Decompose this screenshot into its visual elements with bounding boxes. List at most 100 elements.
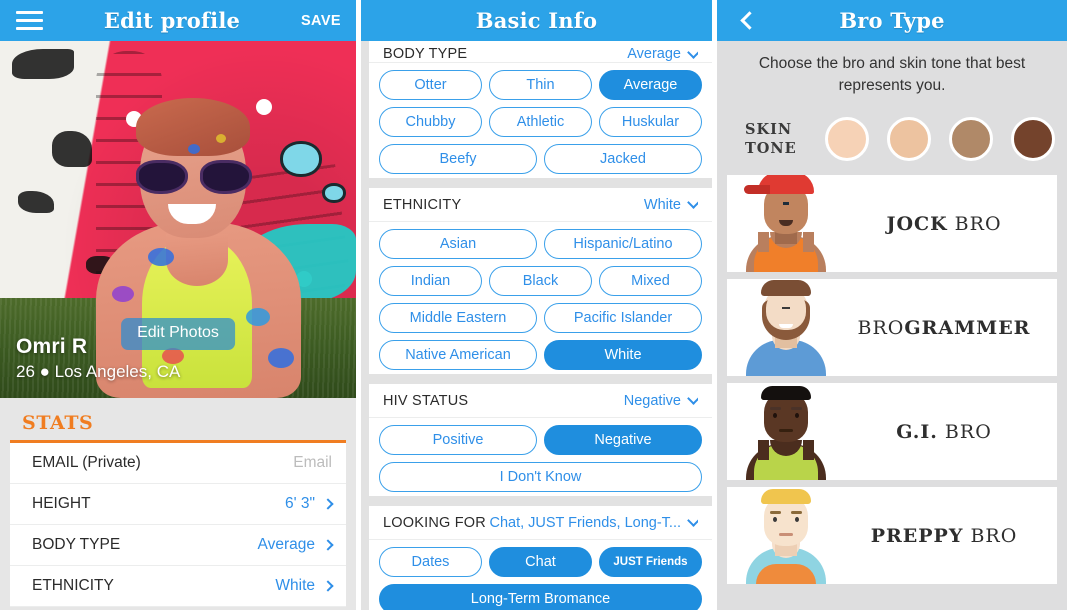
section-gap [369, 374, 712, 384]
section-header-looking-for[interactable]: LOOKING FOR Chat, JUST Friends, Long-T... [369, 506, 712, 540]
section-header-ethnicity[interactable]: ETHNICITY White [369, 188, 712, 222]
option-pill-pacific-islander[interactable]: Pacific Islander [544, 303, 702, 333]
bro-type-name-part1: JOCK [886, 212, 948, 235]
section-selected-value: White [644, 196, 698, 213]
stats-section-title: STATS [22, 412, 94, 434]
section-selected-value: Chat, JUST Friends, Long-T... [489, 514, 698, 531]
section-selected-value: Average [627, 46, 698, 62]
stats-row-label: ETHNICITY [32, 577, 114, 594]
bro-type-name: PREPPY BRO [845, 525, 1057, 547]
stats-row-value-text: Email [293, 454, 332, 471]
chevron-right-icon [322, 580, 334, 592]
stats-row-value: White [275, 577, 334, 595]
jock-bro-avatar [727, 175, 845, 272]
stats-row-label: BODY TYPE [32, 536, 121, 553]
option-pill-beefy[interactable]: Beefy [379, 144, 537, 174]
option-pill-chubby[interactable]: Chubby [379, 107, 482, 137]
chevron-down-icon [687, 392, 698, 405]
bro-type-card-g-i-bro[interactable]: G.I. BRO [727, 383, 1057, 480]
profile-name: Omri R [16, 335, 88, 358]
bro-type-name: BROGRAMMER [845, 317, 1057, 339]
skin-tone-label-line2: TONE [745, 140, 797, 157]
hamburger-menu-button[interactable] [0, 6, 58, 35]
stats-row-value-text: 6' 3" [284, 495, 315, 512]
bro-type-name-part2: BRO [937, 420, 992, 443]
option-pill-white[interactable]: White [544, 340, 702, 370]
save-button[interactable]: SAVE [286, 13, 356, 29]
bro-type-name-part2: BRO [963, 524, 1018, 547]
stats-row-email-private[interactable]: EMAIL (Private) Email [10, 443, 346, 484]
option-pill-indian[interactable]: Indian [379, 266, 482, 296]
basic-info-scroll-area[interactable]: BODY TYPE Average Otter Thin Average Chubby At… [361, 41, 712, 610]
stats-row-value: 6' 3" [284, 495, 334, 513]
option-pill-athletic[interactable]: Athletic [488, 107, 592, 137]
option-pill-jacked[interactable]: Jacked [544, 144, 702, 174]
option-pill-just-friends[interactable]: JUST Friends [598, 547, 702, 577]
option-pill-middle-eastern[interactable]: Middle Eastern [379, 303, 537, 333]
option-pill-native-american[interactable]: Native American [379, 340, 537, 370]
section-label: ETHNICITY [383, 196, 462, 213]
section-gap [369, 178, 712, 188]
section-label: HIV STATUS [383, 392, 469, 409]
option-pill-positive[interactable]: Positive [379, 425, 537, 455]
skin-tone-label-line1: SKIN [745, 121, 793, 138]
option-pill-average[interactable]: Average [598, 70, 702, 100]
skin-tone-swatch-2[interactable] [887, 117, 931, 161]
section-selected-value-text: Chat, JUST Friends, Long-T... [489, 514, 681, 531]
bro-type-card-preppy-bro[interactable]: PREPPY BRO [727, 487, 1057, 584]
option-pill-huskular[interactable]: Huskular [598, 107, 702, 137]
page-title: Basic Info [475, 8, 598, 33]
bro-type-name: JOCK BRO [845, 213, 1057, 235]
skin-tone-swatch-4[interactable] [1011, 117, 1055, 161]
profile-photo[interactable]: Edit Photos Omri R 26 ● Los Angeles, CA [0, 41, 356, 398]
option-pill-i-don-t-know[interactable]: I Don't Know [379, 462, 702, 492]
gi-bro-avatar [727, 383, 845, 480]
stats-list: EMAIL (Private) Email HEIGHT 6' 3" BODY TYPE… [10, 440, 346, 607]
skin-tone-swatch-3[interactable] [949, 117, 993, 161]
back-button[interactable] [717, 11, 775, 30]
skin-tone-swatch-1[interactable] [825, 117, 869, 161]
bro-type-navbar: Bro Type [717, 0, 1067, 41]
stats-row-value: Average [257, 536, 334, 554]
bro-type-card-jock-bro[interactable]: JOCK BRO [727, 175, 1057, 272]
page-title: Bro Type [839, 8, 945, 33]
option-grid-hiv-status: Positive Negative I Don't Know [369, 418, 712, 496]
skin-tone-swatches [825, 117, 1055, 161]
option-grid-looking-for: Dates Chat JUST Friends Long-Term Bromance [369, 540, 712, 610]
stats-row-value-text: Average [257, 536, 315, 553]
stats-row-label: EMAIL (Private) [32, 454, 141, 471]
brogrammer-avatar [727, 279, 845, 376]
three-phone-screenshots: Edit profile SAVE Edit Photos Omri R 26 … [0, 0, 1067, 610]
option-pill-negative[interactable]: Negative [544, 425, 702, 455]
option-pill-hispanic-latino[interactable]: Hispanic/Latino [544, 229, 702, 259]
photo-graffiti-blob [322, 183, 346, 203]
section-label: BODY TYPE [383, 46, 468, 62]
stats-row-body-type[interactable]: BODY TYPE Average [10, 525, 346, 566]
section-selected-value-text: Average [627, 46, 681, 62]
basic-info-navbar: Basic Info [361, 0, 712, 41]
bro-type-card-brogrammer[interactable]: BROGRAMMER [727, 279, 1057, 376]
photo-graffiti-tag [12, 49, 74, 79]
chevron-down-icon [687, 196, 698, 209]
stats-row-height[interactable]: HEIGHT 6' 3" [10, 484, 346, 525]
skin-tone-label: SKIN TONE [745, 120, 807, 158]
option-pill-dates[interactable]: Dates [379, 547, 482, 577]
option-pill-black[interactable]: Black [488, 266, 592, 296]
section-header-body-type[interactable]: BODY TYPE Average [369, 41, 712, 63]
option-pill-thin[interactable]: Thin [488, 70, 592, 100]
bro-type-instructions: Choose the bro and skin tone that best r… [758, 55, 1026, 94]
section-header-hiv-status[interactable]: HIV STATUS Negative [369, 384, 712, 418]
stats-row-ethnicity[interactable]: ETHNICITY White [10, 566, 346, 607]
option-pill-mixed[interactable]: Mixed [598, 266, 702, 296]
page-title: Edit profile [103, 8, 241, 33]
option-pill-long-term-bromance[interactable]: Long-Term Bromance [379, 584, 702, 610]
chevron-right-icon [322, 539, 334, 551]
section-selected-value-text: Negative [623, 392, 681, 409]
bro-type-name-part1: BRO [857, 316, 905, 339]
bro-type-name-part2: GRAMMER [904, 316, 1031, 339]
option-pill-otter[interactable]: Otter [379, 70, 482, 100]
option-pill-asian[interactable]: Asian [379, 229, 537, 259]
option-pill-chat[interactable]: Chat [488, 547, 592, 577]
stats-section: STATS EMAIL (Private) Email HEIGHT 6' 3" BOD… [0, 398, 356, 610]
chevron-left-icon [739, 11, 759, 30]
